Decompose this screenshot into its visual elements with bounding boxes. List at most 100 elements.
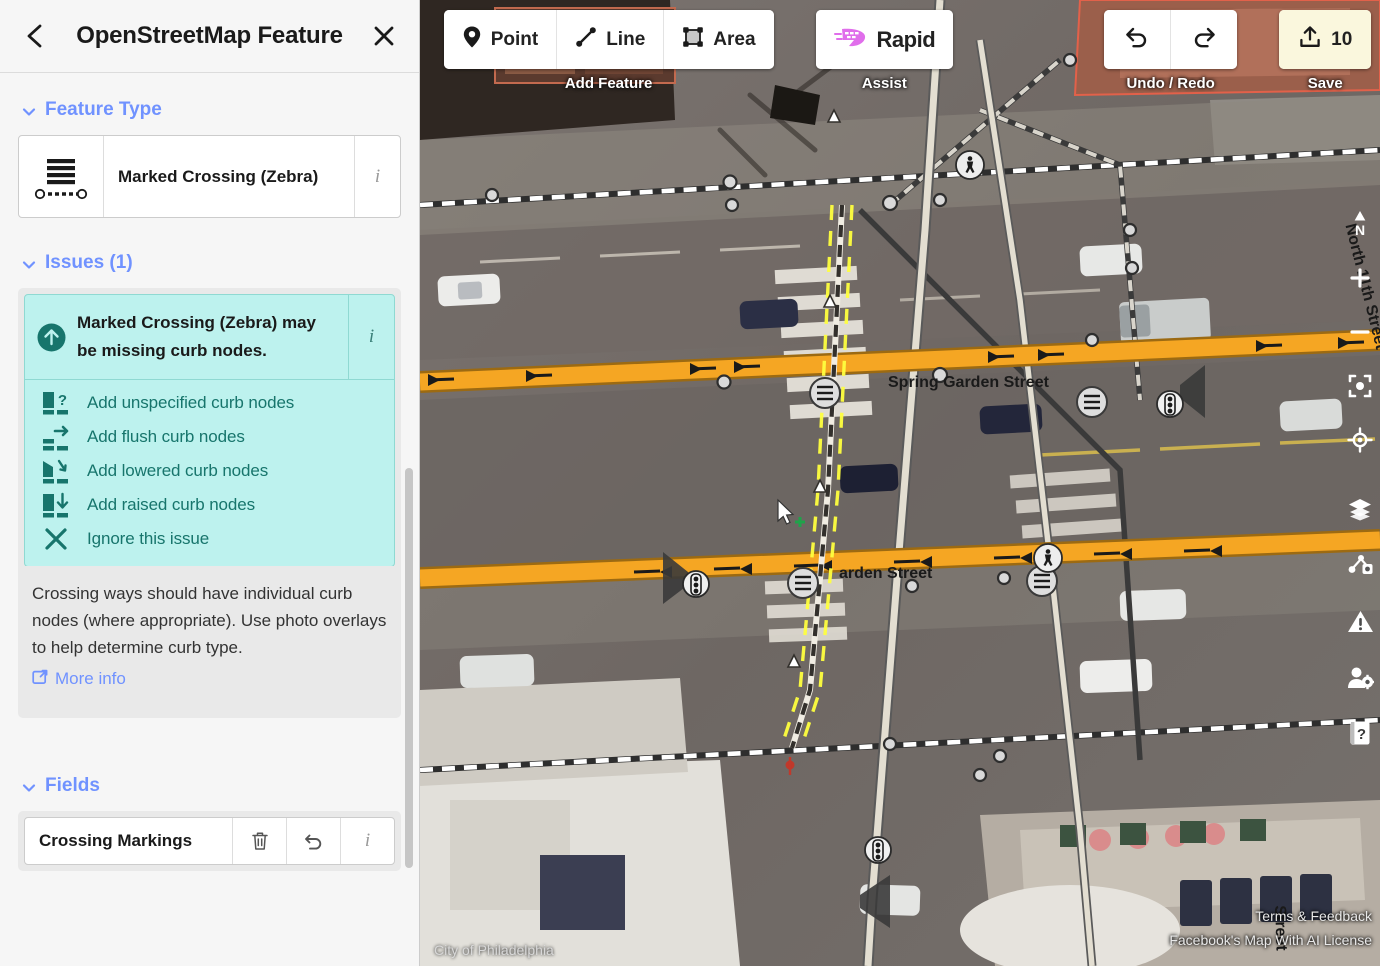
issue-card: Marked Crossing (Zebra) may be missing c… [24, 294, 395, 568]
fix-label: Ignore this issue [87, 529, 210, 549]
sidebar-header: OpenStreetMap Feature [0, 0, 419, 73]
curb-lowered-icon [25, 457, 87, 485]
redo-button[interactable] [1171, 10, 1238, 69]
map-control-group-compass: N [1340, 205, 1380, 245]
add-point-button[interactable]: Point [443, 10, 558, 69]
fix-add-flush-curb-nodes[interactable]: Add flush curb nodes [25, 420, 394, 454]
add-area-button[interactable]: Area [664, 10, 774, 69]
zebra-crossing-icon [19, 136, 104, 217]
back-button[interactable] [18, 19, 52, 53]
zoom-in-button[interactable] [1340, 258, 1380, 298]
trash-icon[interactable] [232, 817, 286, 864]
map-viewport[interactable]: Spring Garden Street North 11th Street a… [420, 0, 1380, 966]
chevron-down-icon [22, 103, 36, 117]
sidebar-scrollbar-thumb[interactable] [405, 468, 413, 868]
line-icon [575, 26, 597, 54]
issue-container: Marked Crossing (Zebra) may be missing c… [18, 288, 401, 574]
compass-north-icon[interactable]: N [1340, 205, 1380, 245]
arrow-up-circle-icon [25, 295, 77, 379]
user-gear-icon[interactable] [1340, 657, 1380, 697]
section-issues-label: Issues (1) [45, 252, 133, 273]
issue-description: Crossing ways should have individual cur… [32, 584, 387, 658]
map-pin-icon [462, 25, 482, 55]
zoom-out-button[interactable] [1340, 312, 1380, 352]
add-area-label: Area [713, 28, 756, 50]
issue-fix-list: ? Add unspecified curb nodes Add flush c… [25, 380, 394, 566]
field-row-crossing-markings: Crossing Markings i [24, 816, 395, 865]
sidebar-body: Feature Type Marked Crossing (Zebra) i I… [0, 73, 419, 966]
undo-icon[interactable] [286, 817, 340, 864]
rapid-label: Rapid [876, 26, 936, 52]
add-line-label: Line [606, 28, 646, 50]
sidebar-scrollbar-track[interactable] [405, 73, 413, 966]
close-button[interactable] [367, 19, 401, 53]
map-toolbar: Point Line Area Add Feature Rapid Assist… [420, 10, 1380, 92]
issue-description-block: Crossing ways should have individual cur… [18, 566, 401, 718]
svg-text:?: ? [1357, 726, 1366, 743]
external-link-icon [32, 669, 48, 690]
issue-info-button[interactable]: i [348, 295, 394, 380]
warning-triangle-icon[interactable] [1340, 601, 1380, 641]
fields-container: Crossing Markings i [18, 810, 401, 871]
section-issues[interactable]: Issues (1) [22, 252, 401, 274]
layers-icon[interactable] [1340, 489, 1380, 529]
undo-button[interactable] [1104, 10, 1172, 69]
section-feature-type-label: Feature Type [45, 99, 162, 120]
close-x-icon [25, 525, 87, 553]
toolbar-caption-save: Save [1307, 75, 1343, 92]
toolbar-group-add-feature: Point Line Area Add Feature [443, 10, 774, 92]
map-control-group-panels: ? [1340, 489, 1380, 753]
map-control-group-zoom [1340, 258, 1380, 460]
zoom-to-selection-button[interactable] [1340, 366, 1380, 406]
field-label: Crossing Markings [39, 830, 193, 850]
help-book-icon[interactable]: ? [1340, 713, 1380, 753]
undo-icon [1124, 24, 1150, 56]
rapid-button[interactable]: Rapid [815, 10, 954, 69]
preset-name: Marked Crossing (Zebra) [118, 166, 319, 186]
save-upload-icon [1298, 25, 1322, 55]
section-feature-type[interactable]: Feature Type [22, 99, 401, 121]
toolbar-caption-undo-redo: Undo / Redo [1126, 75, 1215, 92]
toolbar-group-save: 10 Save [1279, 10, 1372, 92]
imagery-attribution: City of Philadelphia [434, 942, 554, 958]
map-data-icon[interactable] [1340, 545, 1380, 585]
entity-editor-sidebar: OpenStreetMap Feature Feature Type Marke… [0, 0, 420, 966]
map-license-link[interactable]: Facebook's Map With AI License [1169, 932, 1372, 948]
fix-label: Add flush curb nodes [87, 427, 245, 447]
terms-and-feedback-link[interactable]: Terms & Feedback [1255, 908, 1372, 924]
issue-title: Marked Crossing (Zebra) may be missing c… [77, 313, 317, 361]
fix-ignore-this-issue[interactable]: Ignore this issue [25, 522, 394, 556]
area-icon [682, 26, 704, 54]
section-fields-label: Fields [45, 774, 100, 796]
map-controls: N ? [1340, 205, 1380, 766]
save-count: 10 [1331, 28, 1353, 50]
info-icon[interactable]: i [340, 817, 394, 864]
more-info-label: More info [55, 669, 126, 689]
issue-header[interactable]: Marked Crossing (Zebra) may be missing c… [25, 295, 394, 381]
toolbar-caption-add-feature: Add Feature [564, 75, 653, 92]
curb-unspecified-icon: ? [25, 389, 87, 417]
chevron-down-icon [22, 256, 36, 270]
redo-icon [1191, 24, 1217, 56]
geolocate-button[interactable] [1340, 420, 1380, 460]
map-imagery-and-vectors [420, 0, 1380, 966]
fix-add-lowered-curb-nodes[interactable]: Add lowered curb nodes [25, 454, 394, 488]
fix-add-raised-curb-nodes[interactable]: Add raised curb nodes [25, 488, 394, 522]
more-info-link[interactable]: More info [32, 669, 126, 690]
toolbar-group-undo-redo: Undo / Redo [1104, 10, 1238, 92]
toolbar-group-assist: Rapid Assist [815, 10, 954, 92]
save-button[interactable]: 10 [1279, 10, 1372, 69]
chevron-down-icon [22, 779, 36, 793]
page-title: OpenStreetMap Feature [76, 22, 343, 49]
svg-text:N: N [1355, 222, 1365, 238]
preset-selector[interactable]: Marked Crossing (Zebra) i [18, 135, 401, 218]
fix-add-unspecified-curb-nodes[interactable]: ? Add unspecified curb nodes [25, 386, 394, 420]
toolbar-caption-assist: Assist [861, 75, 907, 92]
svg-text:?: ? [58, 392, 67, 409]
section-fields[interactable]: Fields [22, 775, 401, 797]
fix-label: Add unspecified curb nodes [87, 393, 295, 413]
rapid-logo-icon [833, 25, 868, 55]
add-line-button[interactable]: Line [557, 10, 665, 69]
curb-raised-icon [25, 491, 87, 519]
preset-info-button[interactable]: i [354, 136, 400, 217]
